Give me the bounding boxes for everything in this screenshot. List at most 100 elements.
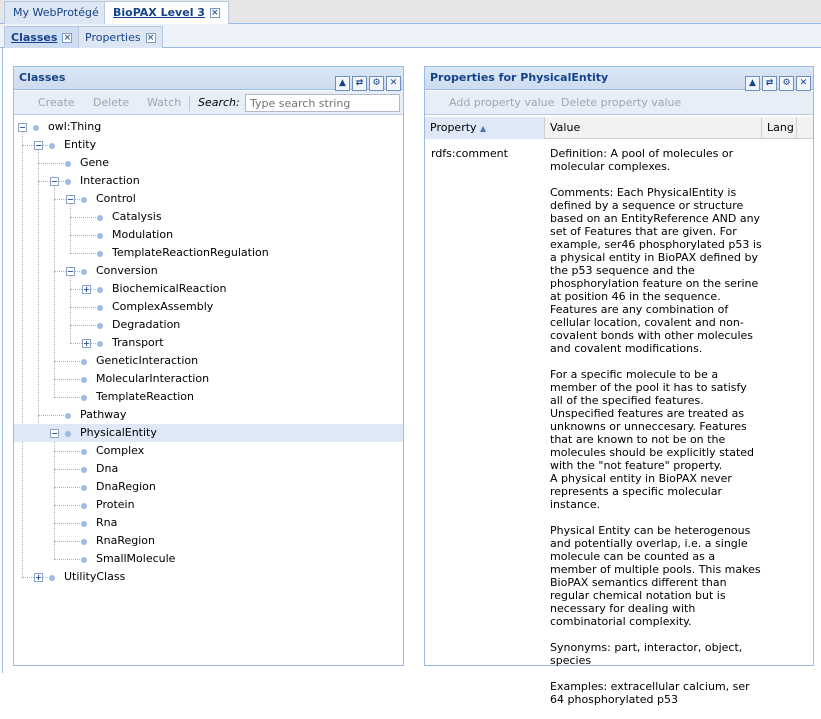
tree-node[interactable]: + UtilityClass bbox=[14, 568, 403, 586]
tree-node[interactable]: SmallMolecule bbox=[14, 550, 403, 568]
close-icon[interactable]: ✕ bbox=[796, 76, 811, 91]
tree-node-label: Control bbox=[96, 192, 136, 205]
tab-label: BioPAX Level 3 bbox=[113, 6, 205, 19]
classes-panel: Classes ▲ ⇄ ⚙ ✕ Create Delete Watch Search:… bbox=[13, 66, 404, 666]
tab-classes[interactable]: Classes × bbox=[4, 26, 80, 48]
tree-node-label: SmallMolecule bbox=[96, 552, 176, 565]
tree-node[interactable]: ComplexAssembly bbox=[14, 298, 403, 316]
tree-node[interactable]: Degradation bbox=[14, 316, 403, 334]
tree-node[interactable]: TemplateReaction bbox=[14, 388, 403, 406]
tree-node[interactable]: Pathway bbox=[14, 406, 403, 424]
tree-node-label: Transport bbox=[112, 336, 164, 349]
close-icon[interactable]: ✕ bbox=[386, 76, 401, 91]
collapse-icon[interactable]: ▲ bbox=[745, 76, 760, 91]
tree-node[interactable]: − owl:Thing bbox=[14, 118, 403, 136]
close-icon[interactable]: × bbox=[209, 8, 220, 18]
property-value-cell[interactable]: Definition: A pool of molecules or molec… bbox=[550, 147, 762, 719]
class-icon bbox=[81, 485, 87, 491]
tree-node-label: PhysicalEntity bbox=[80, 426, 157, 439]
class-icon bbox=[97, 233, 103, 239]
tree-node-label: Conversion bbox=[96, 264, 158, 277]
delete-button[interactable]: Delete bbox=[93, 96, 129, 109]
expand-icon[interactable]: + bbox=[34, 573, 43, 582]
property-name-cell[interactable]: rdfs:comment bbox=[431, 147, 541, 160]
classes-panel-header: Classes ▲ ⇄ ⚙ ✕ bbox=[14, 67, 403, 91]
value-paragraph: For a specific molecule to be a member o… bbox=[550, 368, 755, 511]
class-icon bbox=[81, 197, 87, 203]
refresh-icon[interactable]: ⇄ bbox=[762, 76, 777, 91]
tree-node[interactable]: Gene bbox=[14, 154, 403, 172]
gear-icon[interactable]: ⚙ bbox=[369, 76, 384, 91]
tab-properties[interactable]: Properties × bbox=[78, 26, 163, 48]
column-header-lang[interactable]: Lang bbox=[762, 117, 797, 139]
class-icon bbox=[81, 377, 87, 383]
column-header-property[interactable]: Property ▲ bbox=[425, 117, 545, 139]
tree-node[interactable]: RnaRegion bbox=[14, 532, 403, 550]
tree-node-label: TemplateReaction bbox=[96, 390, 194, 403]
delete-property-value-button[interactable]: Delete property value bbox=[561, 96, 681, 109]
close-icon[interactable]: × bbox=[62, 33, 73, 43]
add-property-value-button[interactable]: Add property value bbox=[449, 96, 554, 109]
tree-node[interactable]: − Entity bbox=[14, 136, 403, 154]
collapse-icon[interactable]: − bbox=[66, 267, 75, 276]
tree-node[interactable]: DnaRegion bbox=[14, 478, 403, 496]
collapse-icon[interactable]: − bbox=[34, 141, 43, 150]
collapse-icon[interactable]: ▲ bbox=[335, 76, 350, 91]
refresh-icon[interactable]: ⇄ bbox=[352, 76, 367, 91]
class-icon bbox=[49, 575, 55, 581]
tree-node[interactable]: Dna bbox=[14, 460, 403, 478]
collapse-icon[interactable]: − bbox=[50, 429, 59, 438]
gear-icon[interactable]: ⚙ bbox=[779, 76, 794, 91]
tree-node-label: TemplateReactionRegulation bbox=[112, 246, 269, 259]
tree-node[interactable]: Modulation bbox=[14, 226, 403, 244]
tree-node[interactable]: − Conversion bbox=[14, 262, 403, 280]
tree-node[interactable]: + Transport bbox=[14, 334, 403, 352]
close-icon[interactable]: × bbox=[145, 33, 156, 43]
property-grid: Property ▲ Value Lang rdfs:comment Defin… bbox=[425, 117, 813, 706]
column-header-value[interactable]: Value bbox=[545, 117, 762, 139]
value-paragraph: Definition: A pool of molecules or molec… bbox=[550, 147, 734, 173]
properties-toolbar: Add property value Delete property value bbox=[425, 91, 813, 115]
value-paragraph: Synonyms: part, interactor, object, spec… bbox=[550, 641, 743, 667]
tree-node[interactable]: GeneticInteraction bbox=[14, 352, 403, 370]
expand-icon[interactable]: + bbox=[82, 339, 91, 348]
divider bbox=[2, 48, 3, 673]
properties-panel: Properties for PhysicalEntity ▲ ⇄ ⚙ ✕ Add p… bbox=[424, 66, 814, 706]
expand-icon[interactable]: + bbox=[82, 285, 91, 294]
tree-node[interactable]: + BiochemicalReaction bbox=[14, 280, 403, 298]
tree-node[interactable]: Complex bbox=[14, 442, 403, 460]
collapse-icon[interactable]: − bbox=[50, 177, 59, 186]
class-icon bbox=[97, 341, 103, 347]
tab-label: Classes bbox=[11, 31, 58, 44]
collapse-icon[interactable]: − bbox=[66, 195, 75, 204]
tree-node[interactable]: TemplateReactionRegulation bbox=[14, 244, 403, 262]
tree-node-label: Rna bbox=[96, 516, 118, 529]
class-icon bbox=[33, 125, 39, 131]
tree-node-label: ComplexAssembly bbox=[112, 300, 214, 313]
class-icon bbox=[49, 143, 55, 149]
tree-node[interactable]: MolecularInteraction bbox=[14, 370, 403, 388]
tree-node-label: BiochemicalReaction bbox=[112, 282, 227, 295]
class-icon bbox=[81, 557, 87, 563]
create-button[interactable]: Create bbox=[38, 96, 75, 109]
watch-button[interactable]: Watch bbox=[147, 96, 181, 109]
class-icon bbox=[97, 215, 103, 221]
class-icon bbox=[97, 287, 103, 293]
tree-node[interactable]: Rna bbox=[14, 514, 403, 532]
tree-node[interactable]: − PhysicalEntity bbox=[14, 424, 403, 442]
tree-node[interactable]: − Control bbox=[14, 190, 403, 208]
collapse-icon[interactable]: − bbox=[18, 123, 27, 132]
tree-node[interactable]: − Interaction bbox=[14, 172, 403, 190]
class-icon bbox=[81, 539, 87, 545]
sub-tab-bar: Classes × Properties × bbox=[0, 24, 821, 48]
tab-my-webprotege[interactable]: My WebProtégé bbox=[4, 1, 108, 24]
properties-panel-header: Properties for PhysicalEntity ▲ ⇄ ⚙ ✕ bbox=[425, 67, 813, 91]
tree-node[interactable]: Protein bbox=[14, 496, 403, 514]
panel-title: Classes bbox=[19, 71, 66, 84]
column-label: Property bbox=[430, 121, 477, 134]
tab-biopax-level-3[interactable]: BioPAX Level 3 × bbox=[104, 1, 229, 24]
tree-node[interactable]: Catalysis bbox=[14, 208, 403, 226]
search-input[interactable] bbox=[245, 94, 400, 112]
tree-node-label: UtilityClass bbox=[64, 570, 126, 583]
sort-asc-icon: ▲ bbox=[480, 124, 487, 133]
